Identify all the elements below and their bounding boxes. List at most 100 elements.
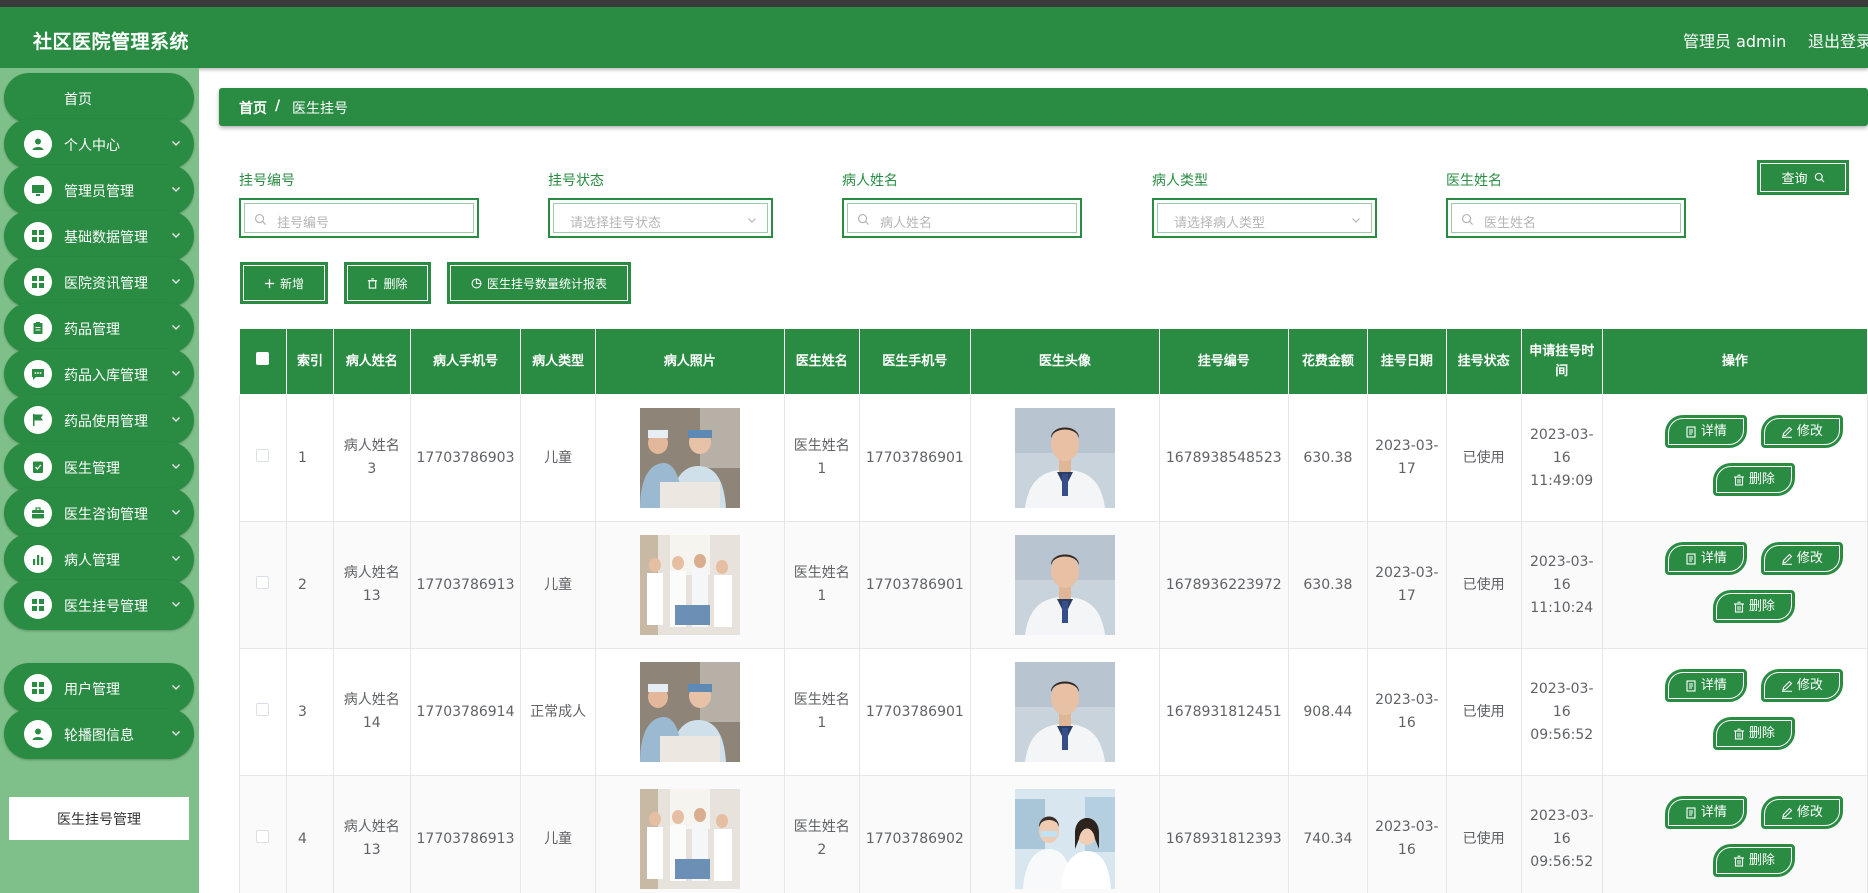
- row-checkbox[interactable]: [256, 448, 270, 462]
- sidebar-subitem-registration[interactable]: 医生挂号管理: [9, 797, 189, 840]
- cell-registration-date: 2023-03-16: [1367, 775, 1447, 893]
- delete-button[interactable]: 删除: [1712, 590, 1795, 623]
- delete-button-label: 删除: [1748, 853, 1775, 868]
- select-all-header[interactable]: [239, 328, 287, 395]
- edit-button[interactable]: 修改: [1760, 796, 1843, 829]
- sidebar-item-11[interactable]: 医生挂号管理: [4, 580, 194, 630]
- cell-fee: 908.44: [1287, 648, 1369, 776]
- filter-input[interactable]: 医生姓名: [1446, 198, 1686, 238]
- delete-button[interactable]: 删除: [1712, 463, 1795, 496]
- breadcrumb-current: 医生挂号: [292, 101, 348, 117]
- sidebar-item-13[interactable]: 轮播图信息: [4, 709, 194, 759]
- cell-patient-photo: [594, 775, 785, 893]
- chevron-down-icon: [171, 505, 181, 515]
- filter-field[interactable]: 请选择挂号状态: [553, 203, 768, 233]
- edit-button-label: 修改: [1796, 424, 1823, 439]
- logout-link[interactable]: 退出登录: [1808, 28, 1868, 52]
- sidebar-item-home[interactable]: 首页: [4, 73, 194, 123]
- delete-button[interactable]: 删除: [1712, 844, 1795, 877]
- document-icon: [1686, 552, 1696, 565]
- table-row: 3 病人姓名14 17703786914 正常成人 医生姓名1 17703786901 16…: [239, 648, 1868, 776]
- row-checkbox[interactable]: [256, 702, 270, 716]
- grid-icon: [24, 268, 52, 296]
- sidebar-item-12[interactable]: 用户管理: [4, 663, 194, 713]
- column-header: 医生姓名: [783, 328, 860, 395]
- row-select-cell[interactable]: [239, 521, 287, 649]
- report-button[interactable]: 医生挂号数量统计报表: [447, 262, 631, 304]
- cell-fee: 630.38: [1287, 394, 1369, 522]
- window-top-strip: [0, 0, 1868, 7]
- cell-doctor-name: 医生姓名1: [783, 521, 860, 649]
- column-header: 花费金额: [1287, 328, 1369, 395]
- sidebar-item-10[interactable]: 病人管理: [4, 534, 194, 584]
- document-icon: [1686, 679, 1696, 692]
- filter-placeholder: 请选择挂号状态: [570, 216, 662, 231]
- query-button[interactable]: 查询: [1757, 160, 1849, 195]
- cell-status: 已使用: [1445, 775, 1522, 893]
- add-button[interactable]: 新增: [240, 262, 328, 304]
- filter-field[interactable]: 挂号编号: [244, 203, 474, 233]
- column-header: 申请挂号时间: [1520, 328, 1603, 395]
- chevron-down-icon: [171, 726, 181, 736]
- chevron-down-icon: [171, 274, 181, 284]
- chat-icon: [24, 360, 52, 388]
- row-select-cell[interactable]: [239, 648, 287, 776]
- pie-chart-icon: [471, 278, 482, 288]
- filter-select[interactable]: 请选择挂号状态: [548, 198, 773, 238]
- cell-registration-no: 1678931812393: [1158, 775, 1289, 893]
- filter-field[interactable]: 请选择病人类型: [1157, 203, 1372, 233]
- report-button-label: 医生挂号数量统计报表: [486, 276, 607, 291]
- detail-button-label: 详情: [1700, 551, 1727, 566]
- sidebar-item-6[interactable]: 药品入库管理: [4, 349, 194, 399]
- bar-chart-icon: [24, 545, 52, 573]
- sidebar-item-label: 基础数据管理: [64, 230, 148, 246]
- sidebar-item-4[interactable]: 医院资讯管理: [4, 257, 194, 307]
- chevron-down-icon: [1352, 218, 1360, 223]
- filter-field[interactable]: 病人姓名: [847, 203, 1077, 233]
- edit-icon: [1781, 680, 1793, 692]
- sidebar-item-8[interactable]: 医生管理: [4, 442, 194, 492]
- cell-doctor-photo: [969, 521, 1160, 649]
- breadcrumb-home[interactable]: 首页: [239, 98, 267, 118]
- filter-select[interactable]: 请选择病人类型: [1152, 198, 1377, 238]
- sidebar-item-5[interactable]: 药品管理: [4, 303, 194, 353]
- cell-patient-phone: 17703786914: [409, 648, 522, 776]
- detail-button[interactable]: 详情: [1664, 415, 1747, 448]
- table-row: 2 病人姓名13 17703786913 儿童 医生姓名1 17703786901 1678…: [239, 521, 1868, 649]
- sidebar-item-9[interactable]: 医生咨询管理: [4, 488, 194, 538]
- cell-fee: 630.38: [1287, 521, 1369, 649]
- edit-button-label: 修改: [1796, 805, 1823, 820]
- sidebar-item-3[interactable]: 基础数据管理: [4, 211, 194, 261]
- row-checkbox[interactable]: [256, 829, 270, 843]
- sidebar-item-label: 医院资讯管理: [64, 276, 148, 292]
- column-header: 医生头像: [969, 328, 1160, 395]
- detail-button[interactable]: 详情: [1664, 669, 1747, 702]
- filter-label: 医生姓名: [1446, 173, 1502, 189]
- row-checkbox[interactable]: [256, 575, 270, 589]
- sidebar-item-1[interactable]: 个人中心: [4, 119, 194, 169]
- cell-index: 4: [285, 775, 335, 893]
- edit-button[interactable]: 修改: [1760, 669, 1843, 702]
- detail-button[interactable]: 详情: [1664, 796, 1747, 829]
- filter-placeholder: 医生姓名: [1484, 216, 1537, 231]
- user-icon: [24, 720, 52, 748]
- filter-input[interactable]: 病人姓名: [842, 198, 1082, 238]
- search-icon: [254, 213, 267, 226]
- select-all-checkbox[interactable]: [256, 351, 270, 365]
- edit-button[interactable]: 修改: [1760, 415, 1843, 448]
- edit-button[interactable]: 修改: [1760, 542, 1843, 575]
- row-select-cell[interactable]: [239, 394, 287, 522]
- sidebar-item-2[interactable]: 管理员管理: [4, 165, 194, 215]
- batch-delete-button[interactable]: 删除: [344, 262, 431, 304]
- filter-input[interactable]: 挂号编号: [239, 198, 479, 238]
- delete-button[interactable]: 删除: [1712, 717, 1795, 750]
- row-select-cell[interactable]: [239, 775, 287, 893]
- cell-fee: 740.34: [1287, 775, 1369, 893]
- cell-patient-photo: [594, 521, 785, 649]
- edit-button-label: 修改: [1796, 551, 1823, 566]
- cell-patient-name: 病人姓名13: [333, 775, 411, 893]
- detail-button[interactable]: 详情: [1664, 542, 1747, 575]
- cell-patient-name: 病人姓名3: [333, 394, 411, 522]
- filter-field[interactable]: 医生姓名: [1451, 203, 1681, 233]
- sidebar-item-7[interactable]: 药品使用管理: [4, 395, 194, 445]
